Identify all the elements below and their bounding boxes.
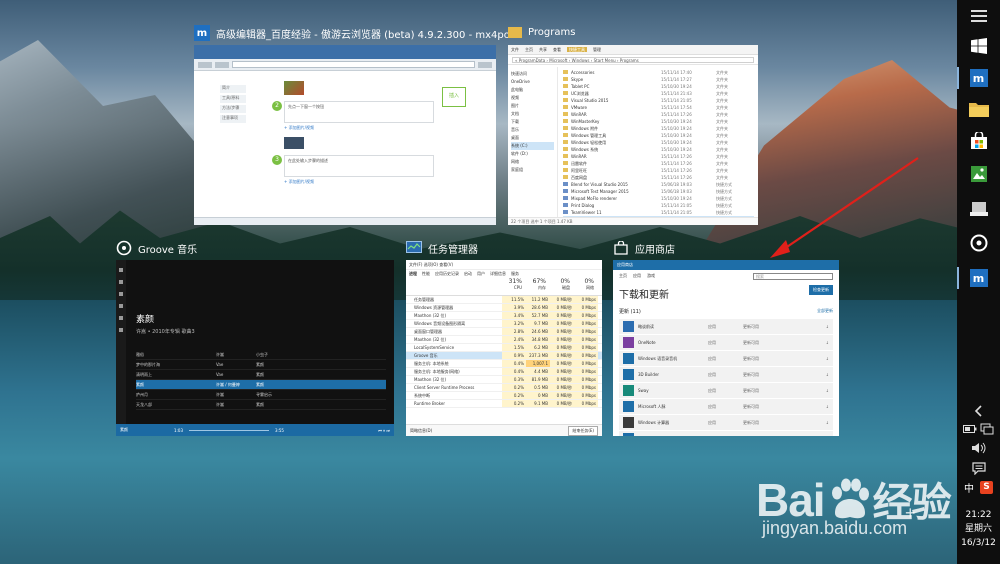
maxthon-pin-icon[interactable]: m <box>957 64 1000 92</box>
notification-icon[interactable] <box>957 460 1000 476</box>
taskbar: m m 中 S 21:22 星期六 16/3/12 <box>957 0 1000 564</box>
sogou-icon[interactable]: S <box>980 480 993 494</box>
tray-row-1 <box>957 421 1000 437</box>
volume-icon[interactable] <box>957 440 1000 456</box>
network-icon[interactable] <box>980 423 994 435</box>
clock-date: 16/3/12 <box>961 538 996 548</box>
photo-pin-icon[interactable] <box>957 160 1000 188</box>
clock-weekday: 星期六 <box>964 524 992 534</box>
groove-pin-icon[interactable] <box>957 229 1000 257</box>
plus-icon: + <box>905 503 916 523</box>
start-icon[interactable] <box>957 33 1000 59</box>
tablet-pin-icon[interactable] <box>957 195 1000 223</box>
folder-pin-icon[interactable] <box>957 95 1000 123</box>
battery-icon[interactable] <box>962 424 977 434</box>
menu-icon[interactable] <box>957 4 1000 28</box>
baidu-paw-icon <box>831 478 869 519</box>
maxthon-pin-icon-2[interactable]: m <box>957 264 1000 292</box>
store-pin-icon[interactable] <box>957 127 1000 155</box>
baidu-watermark-url: jingyan.baidu.com <box>762 518 908 538</box>
clock-time[interactable]: 21:22 <box>957 509 1000 522</box>
tray-ime-row: 中 S <box>957 479 1000 495</box>
ime-indicator[interactable]: 中 <box>964 480 974 495</box>
chevron-left-icon[interactable] <box>957 403 1000 419</box>
